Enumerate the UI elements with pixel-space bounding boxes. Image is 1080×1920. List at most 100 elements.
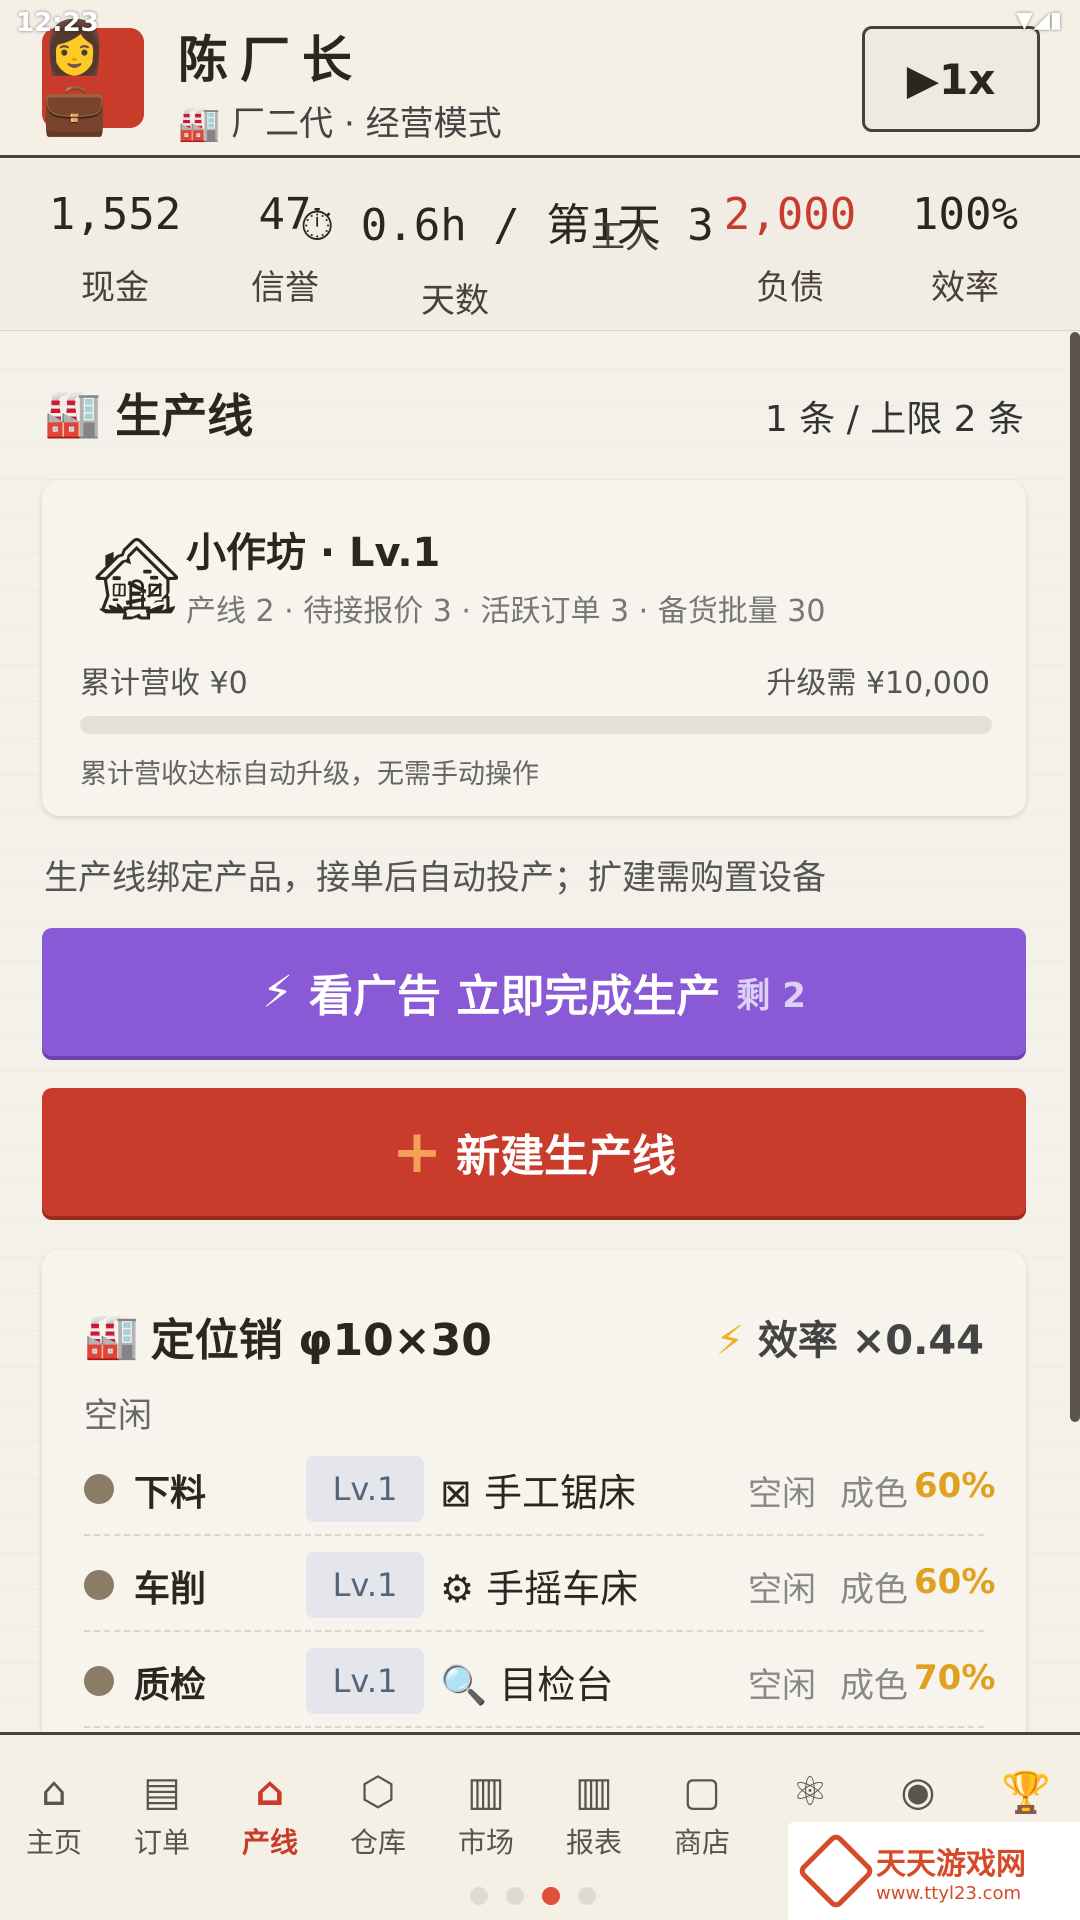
nav-reports[interactable]: ▥ 报表 bbox=[540, 1769, 648, 1861]
production-line-card[interactable]: 🏭 定位销 φ10×30 ⚡ 效率 ×0.44 空闲 下料 Lv.1 ⊠ 手工锯… bbox=[42, 1250, 1026, 1732]
stat-label: 效率 bbox=[931, 268, 999, 308]
quality-label: 成色 bbox=[840, 1474, 908, 1514]
page-dot bbox=[506, 1887, 524, 1905]
factory-icon: 🏭 bbox=[44, 385, 102, 440]
stat-label: 负债 bbox=[756, 268, 824, 308]
process-name: 质检 bbox=[134, 1665, 207, 1706]
nav-home[interactable]: ⌂ 主页 bbox=[0, 1769, 108, 1861]
stats-bar: 1,552 现金 47 信誉 ⏱ 0.6h / 第1天 3 天数 工人 2,00… bbox=[0, 161, 1080, 331]
level-badge[interactable]: Lv.1 bbox=[306, 1648, 424, 1714]
stat-cash: 1,552 现金 bbox=[40, 189, 190, 309]
page-indicator bbox=[470, 1887, 596, 1905]
nav-warehouse[interactable]: ⬡ 仓库 bbox=[324, 1769, 432, 1861]
lightning-icon: ⚡ bbox=[262, 966, 294, 1018]
quality-value: 60% bbox=[914, 1562, 996, 1602]
revenue-total: 累计营收 ¥0 bbox=[80, 666, 248, 701]
nav-orders[interactable]: ▤ 订单 bbox=[108, 1769, 216, 1861]
page-dot bbox=[578, 1887, 596, 1905]
line-efficiency: ⚡ 效率 ×0.44 bbox=[716, 1308, 984, 1366]
watermark-logo-icon bbox=[796, 1831, 876, 1911]
ad-button-label: 看广告 立即完成生产 bbox=[309, 971, 721, 1022]
level-badge[interactable]: Lv.1 bbox=[306, 1456, 424, 1522]
new-line-label: 新建生产线 bbox=[456, 1131, 677, 1182]
stat-label: 工人 bbox=[591, 217, 659, 257]
factory-icon: ⌂ bbox=[255, 1769, 285, 1815]
new-line-button[interactable]: + 新建生产线 bbox=[42, 1088, 1026, 1216]
nav-target[interactable]: ◉ bbox=[864, 1769, 972, 1821]
scrollbar[interactable] bbox=[1070, 332, 1080, 1422]
factory-icon: 🏭 bbox=[84, 1311, 139, 1362]
nav-label: 商店 bbox=[673, 1826, 730, 1859]
equipment-name: 目检台 bbox=[499, 1663, 614, 1707]
production-hint: 生产线绑定产品，接单后自动投产；扩建需购置设备 bbox=[44, 858, 826, 898]
section-title: 生产线 bbox=[115, 389, 254, 443]
box-icon: ⬡ bbox=[360, 1769, 396, 1815]
status-dot bbox=[84, 1570, 114, 1600]
bar-chart-icon: ▥ bbox=[467, 1769, 505, 1815]
player-subtitle: 🏭 厂二代 · 经营模式 bbox=[178, 104, 502, 144]
process-name: 下料 bbox=[134, 1473, 207, 1514]
status-bar: 12:23 ▼◢▮ bbox=[0, 0, 1080, 46]
watermark-title: 天天游戏网 bbox=[876, 1846, 1026, 1882]
shop-icon: ▢ bbox=[683, 1769, 721, 1815]
stat-debt: 2,000 负债 bbox=[715, 189, 865, 309]
workshop-card: 🏚 小作坊 · Lv.1 产线 2 · 待接报价 3 · 活跃订单 3 · 备货… bbox=[42, 480, 1026, 816]
system-icons: ▼◢▮ bbox=[1016, 8, 1062, 33]
workshop-icon: 🏚 bbox=[86, 532, 188, 625]
nav-trophy[interactable]: 🏆 bbox=[972, 1769, 1080, 1821]
section-header: 🏭 生产线 bbox=[44, 380, 253, 446]
line-count: 1 条 / 上限 2 条 bbox=[764, 399, 1024, 440]
stat-label: 天数 bbox=[421, 281, 489, 321]
stat-value: 1,552 bbox=[48, 189, 182, 240]
main-content[interactable]: 🏭 生产线 1 条 / 上限 2 条 🏚 小作坊 · Lv.1 产线 2 · 待… bbox=[0, 332, 1080, 1732]
nav-shop[interactable]: ▢ 商店 bbox=[648, 1769, 756, 1861]
status-dot bbox=[84, 1474, 114, 1504]
nav-production[interactable]: ⌂ 产线 bbox=[216, 1769, 324, 1861]
plus-icon: + bbox=[391, 1117, 443, 1187]
quality-value: 70% bbox=[914, 1658, 996, 1698]
process-row[interactable]: 下料 Lv.1 ⊠ 手工锯床 空闲 成色 60% bbox=[84, 1442, 995, 1536]
watermark-text: 天天游戏网 www.ttyl23.com bbox=[876, 1839, 1026, 1904]
equipment: 🔍 目检台 bbox=[440, 1654, 613, 1709]
workshop-title: 小作坊 · Lv.1 bbox=[186, 530, 441, 576]
process-state: 空闲 bbox=[748, 1474, 816, 1514]
gear-icon: ⚙ bbox=[440, 1567, 475, 1611]
nav-market[interactable]: ▥ 市场 bbox=[432, 1769, 540, 1861]
stat-value: 100% bbox=[912, 189, 1018, 240]
trophy-icon: 🏆 bbox=[1001, 1770, 1051, 1816]
magnifier-icon: 🔍 bbox=[440, 1663, 488, 1707]
process-state: 空闲 bbox=[748, 1666, 816, 1706]
nav-label: 订单 bbox=[133, 1826, 190, 1859]
status-dot bbox=[84, 1666, 114, 1696]
process-row[interactable]: 质检 Lv.1 🔍 目检台 空闲 成色 70% bbox=[84, 1634, 995, 1728]
nav-label: 报表 bbox=[565, 1826, 622, 1859]
page-dot-active bbox=[542, 1887, 560, 1905]
quality-label: 成色 bbox=[840, 1570, 908, 1610]
nav-label: 产线 bbox=[241, 1826, 298, 1859]
upgrade-cost: 升级需 ¥10,000 bbox=[766, 666, 990, 701]
quality-value: 60% bbox=[914, 1466, 996, 1506]
line-title: 🏭 定位销 φ10×30 bbox=[84, 1304, 492, 1368]
target-icon: ◉ bbox=[900, 1769, 936, 1815]
line-state: 空闲 bbox=[84, 1396, 152, 1436]
workshop-meta: 产线 2 · 待接报价 3 · 活跃订单 3 · 备货批量 30 bbox=[186, 594, 826, 629]
ad-remaining: 剩 2 bbox=[736, 975, 806, 1016]
equipment: ⊠ 手工锯床 bbox=[440, 1462, 636, 1517]
equipment: ⚙ 手摇车床 bbox=[440, 1558, 638, 1613]
watch-ad-button[interactable]: ⚡ 看广告 立即完成生产 剩 2 bbox=[42, 928, 1026, 1056]
nav-label: 主页 bbox=[25, 1826, 82, 1859]
nav-research[interactable]: ⚛ bbox=[756, 1769, 864, 1821]
lightning-icon: ⚡ bbox=[715, 1318, 744, 1364]
quality-label: 成色 bbox=[840, 1666, 908, 1706]
process-row[interactable]: 车削 Lv.1 ⚙ 手摇车床 空闲 成色 60% bbox=[84, 1538, 995, 1632]
watermark: 天天游戏网 www.ttyl23.com bbox=[788, 1822, 1080, 1920]
atom-icon: ⚛ bbox=[792, 1769, 828, 1815]
stat-value: 2,000 bbox=[723, 189, 857, 240]
process-state: 空闲 bbox=[748, 1570, 816, 1610]
nav-label: 市场 bbox=[457, 1826, 514, 1859]
nav-label: 仓库 bbox=[349, 1826, 406, 1859]
equipment-name: 手摇车床 bbox=[486, 1567, 639, 1611]
stat-efficiency: 100% 效率 bbox=[890, 189, 1040, 309]
upgrade-note: 累计营收达标自动升级，无需手动操作 bbox=[80, 759, 539, 790]
level-badge[interactable]: Lv.1 bbox=[306, 1552, 424, 1618]
